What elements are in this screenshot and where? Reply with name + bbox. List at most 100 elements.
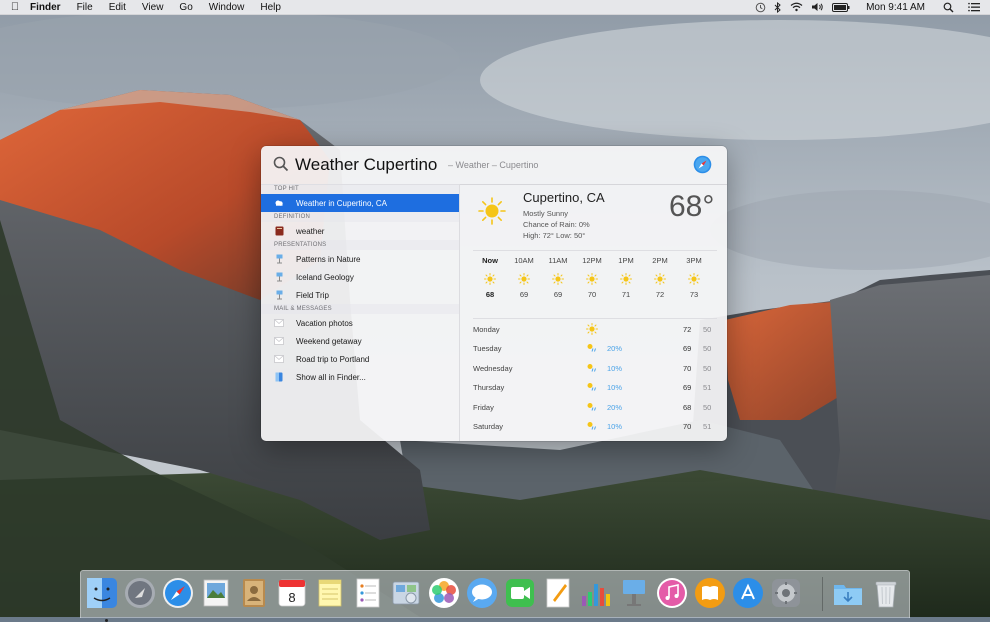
result-label: Weather in Cupertino, CA: [296, 198, 388, 208]
section-header-definition: DEFINITION: [261, 212, 459, 222]
keynote-file-icon: [274, 254, 284, 264]
dock-reminders-icon[interactable]: [351, 576, 385, 610]
dock-ibooks-icon[interactable]: [693, 576, 727, 610]
rain-chance: 20%: [607, 402, 623, 412]
result-label: Weekend getaway: [296, 336, 362, 346]
dock-itunes-icon[interactable]: [655, 576, 689, 610]
dock-notes-icon[interactable]: [313, 576, 347, 610]
dock-photos-icon[interactable]: [427, 576, 461, 610]
hour-temp: 73: [689, 290, 699, 299]
apple-menu-icon[interactable]: : [0, 1, 30, 13]
result-label: Field Trip: [296, 290, 329, 300]
divider: [473, 250, 717, 251]
hour-temp: 69: [553, 290, 563, 299]
hour-column: Now 68: [473, 256, 507, 302]
low-temp: 50: [703, 402, 712, 412]
sun-rain-icon: [586, 342, 598, 356]
day-row-thursday: Thursday 10% 69 51: [473, 378, 717, 397]
bluetooth-icon[interactable]: [774, 1, 782, 13]
day-name: Monday: [473, 325, 500, 334]
day-row-tuesday: Tuesday 20% 69 50: [473, 339, 717, 358]
search-input[interactable]: Weather Cupertino: [295, 155, 437, 175]
hour-column: 1PM 71: [609, 256, 643, 302]
dock-trash-icon[interactable]: [869, 576, 903, 610]
result-weather-cupertino[interactable]: Weather in Cupertino, CA: [261, 194, 459, 212]
dock-downloads-folder-icon[interactable]: [831, 576, 865, 610]
sun-icon: [609, 268, 643, 290]
dock-keynote-icon[interactable]: [617, 576, 651, 610]
high-temp: 70: [683, 363, 692, 373]
result-label: Iceland Geology: [296, 272, 354, 282]
battery-icon[interactable]: [832, 2, 850, 12]
day-name: Thursday: [473, 383, 505, 393]
dock-calendar-icon[interactable]: 8: [275, 576, 309, 610]
menu-clock[interactable]: Mon 9:41 AM: [866, 2, 925, 13]
weather-city: Cupertino, CA: [523, 190, 605, 205]
sun-icon: [507, 268, 541, 290]
result-label: Show all in Finder...: [296, 372, 366, 382]
day-name: Wednesday: [473, 363, 513, 373]
dock-launchpad-icon[interactable]: [123, 576, 157, 610]
finder-icon: [274, 372, 284, 382]
rain-chance: 10%: [607, 383, 623, 393]
weather-rain-chance: Chance of Rain: 0%: [523, 220, 590, 229]
result-vacation-photos[interactable]: Vacation photos: [261, 314, 459, 332]
day-row-wednesday: Wednesday 10% 70 50: [473, 359, 717, 378]
notification-center-icon[interactable]: [968, 2, 980, 12]
hour-label: Now: [482, 256, 498, 265]
hour-temp: 68: [485, 290, 495, 299]
dock-facetime-icon[interactable]: [503, 576, 537, 610]
result-weekend-getaway[interactable]: Weekend getaway: [261, 332, 459, 350]
low-temp: 51: [703, 421, 712, 431]
sun-icon: [677, 268, 711, 290]
result-field-trip[interactable]: Field Trip: [261, 286, 459, 304]
dictionary-icon: [274, 226, 284, 236]
dock-system-preferences-icon[interactable]: [769, 576, 803, 610]
menu-go[interactable]: Go: [179, 2, 192, 13]
menu-help[interactable]: Help: [260, 2, 281, 13]
result-patterns-in-nature[interactable]: Patterns in Nature: [261, 250, 459, 268]
dock-numbers-icon[interactable]: [579, 576, 613, 610]
result-label: weather: [296, 226, 325, 236]
day-name: Friday: [473, 402, 494, 412]
dock-pages-icon[interactable]: [541, 576, 575, 610]
menu-app-name[interactable]: Finder: [30, 2, 61, 13]
mail-envelope-icon: [274, 336, 284, 346]
menu-view[interactable]: View: [142, 2, 164, 13]
high-temp: 72: [683, 325, 692, 334]
low-temp: 50: [703, 344, 712, 354]
result-iceland-geology[interactable]: Iceland Geology: [261, 268, 459, 286]
dock-contacts-icon[interactable]: [237, 576, 271, 610]
menu-window[interactable]: Window: [209, 2, 245, 13]
menu-edit[interactable]: Edit: [109, 2, 126, 13]
volume-icon[interactable]: [811, 2, 824, 12]
menu-file[interactable]: File: [77, 2, 93, 13]
hour-label: 2PM: [652, 256, 668, 265]
dock-safari-icon[interactable]: [161, 576, 195, 610]
dock-app-store-icon[interactable]: [731, 576, 765, 610]
high-temp: 68: [683, 402, 692, 412]
dock-messages-icon[interactable]: [465, 576, 499, 610]
status-menus: Mon 9:41 AM: [755, 0, 980, 14]
results-list: TOP HIT Weather in Cupertino, CA DEFINIT…: [261, 184, 460, 441]
wifi-icon[interactable]: [790, 2, 803, 12]
time-machine-icon[interactable]: [755, 2, 766, 13]
rain-chance: 10%: [607, 363, 623, 373]
dock-preview-icon[interactable]: [199, 576, 233, 610]
hour-column: 2PM 72: [643, 256, 677, 302]
spotlight-icon[interactable]: [943, 2, 954, 13]
day-row-friday: Friday 20% 68 50: [473, 398, 717, 417]
hour-column: 11AM 69: [541, 256, 575, 302]
sun-icon: [541, 268, 575, 290]
day-name: Tuesday: [473, 344, 502, 354]
result-show-all-in-finder[interactable]: Show all in Finder...: [261, 368, 459, 386]
section-header-top-hit: TOP HIT: [261, 184, 459, 194]
dock-separator: [822, 577, 823, 611]
search-completion-hint: – Weather – Cupertino: [448, 160, 539, 170]
result-definition-weather[interactable]: weather: [261, 222, 459, 240]
safari-compass-icon[interactable]: [693, 155, 712, 179]
dock-finder-icon[interactable]: [85, 576, 119, 622]
result-road-trip-portland[interactable]: Road trip to Portland: [261, 350, 459, 368]
dock-photo-booth-icon[interactable]: [389, 576, 423, 610]
rain-chance: 10%: [607, 421, 623, 431]
